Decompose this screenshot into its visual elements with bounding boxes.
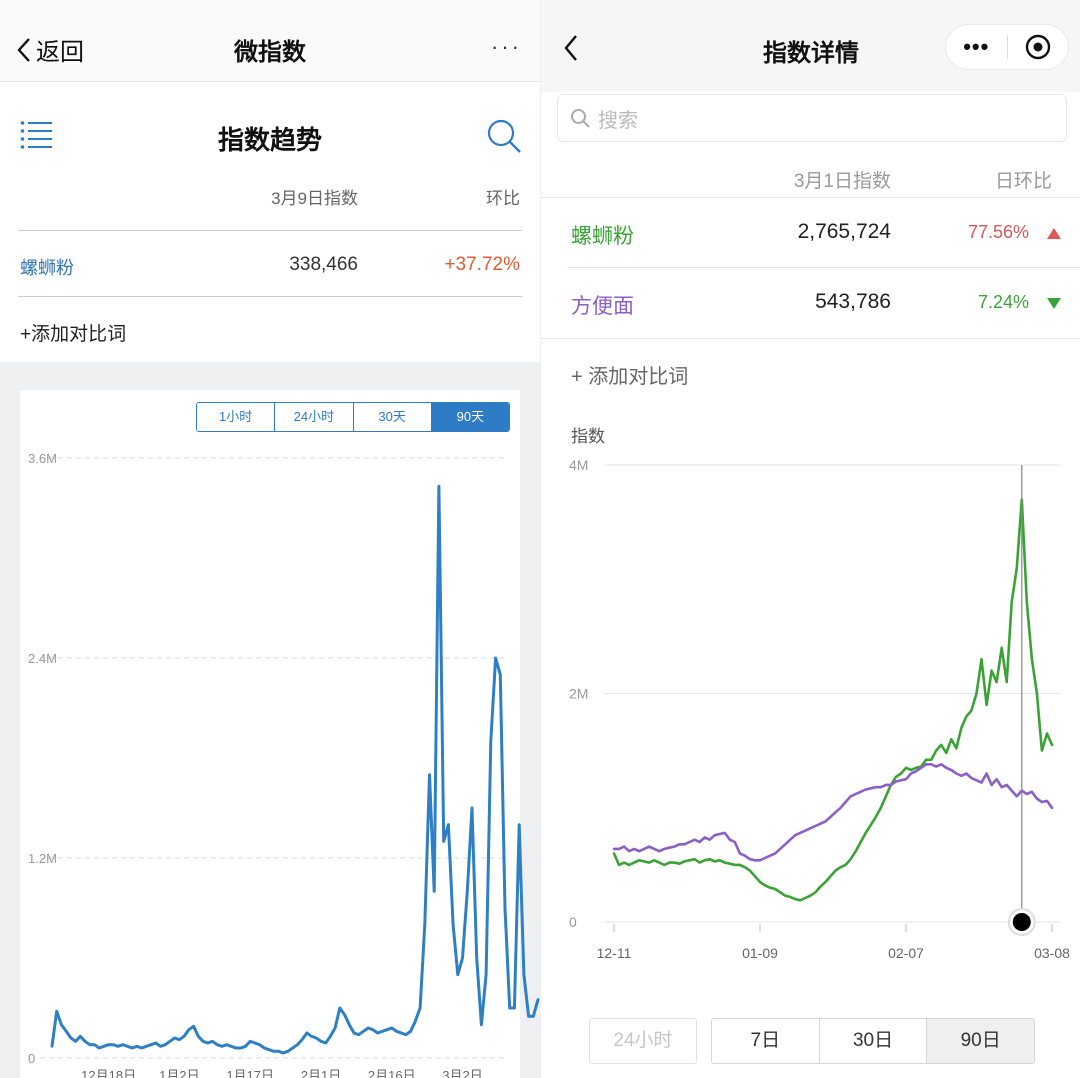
triangle-up-icon	[1047, 228, 1061, 239]
mini-program-capsule: •••	[945, 24, 1069, 70]
column-header-change: 日环比	[994, 171, 1052, 192]
divider	[18, 296, 522, 297]
add-compare-word-button[interactable]: +添加对比词	[20, 319, 126, 346]
x-tick-label: 1月17日	[226, 1068, 274, 1078]
range-90d-button[interactable]: 90日	[927, 1019, 1034, 1063]
more-options-button[interactable]: ···	[491, 34, 522, 60]
x-tick-label: 1月2日	[159, 1068, 199, 1078]
x-tick-label: 12-11	[597, 945, 632, 961]
column-header-date: 3月1日指数	[793, 171, 891, 192]
x-tick-label: 2月16日	[368, 1068, 416, 1078]
y-tick-label: 0	[569, 914, 577, 930]
left-screen: 返回 微指数 ··· 指数趋势 3月9日指数 环比 螺蛳粉 338,466 +3…	[0, 0, 540, 1078]
search-input[interactable]: 搜索	[557, 94, 1067, 142]
column-header-change: 环比	[486, 189, 520, 208]
tab-24h[interactable]: 24小时	[275, 403, 354, 431]
y-tick-label: 0	[28, 1051, 35, 1066]
table-row[interactable]: 螺蛳粉 2,765,724 77.56%	[541, 198, 1080, 268]
x-tick-label: 02-07	[888, 945, 924, 961]
series-line-1	[612, 762, 1054, 862]
keyword-name: 方便面	[571, 295, 634, 318]
range-7d-button[interactable]: 7日	[712, 1019, 820, 1063]
divider	[541, 338, 1080, 339]
range-30d-button[interactable]: 30日	[819, 1019, 928, 1063]
x-tick-label: 12月18日	[81, 1068, 136, 1078]
table-row[interactable]: 方便面 543,786 7.24%	[541, 268, 1080, 338]
add-compare-word-button[interactable]: + 添加对比词	[571, 360, 688, 389]
series-line-0	[50, 484, 540, 1055]
y-tick-label: 4M	[569, 457, 588, 473]
divider	[18, 230, 522, 231]
tab-30d[interactable]: 30天	[353, 403, 432, 431]
marker-dot	[1012, 913, 1031, 931]
right-screen: 指数详情 ••• 搜索 3月1日指数 日环比 螺蛳粉 2,765,724 77.…	[540, 0, 1080, 1078]
more-options-button[interactable]: •••	[946, 34, 1007, 60]
trend-line-chart: 0 1.2M 2.4M 3.6M 12月18日 1月2日 1月17日 2月1日 2月16日 3月2…	[28, 451, 540, 1078]
triangle-down-icon	[1047, 298, 1061, 309]
y-tick-label: 3.6M	[28, 451, 57, 466]
x-tick-label: 03-08	[1034, 945, 1070, 961]
x-tick-label: 3月2日	[442, 1068, 482, 1078]
keyword-index-value: 2,765,724	[797, 220, 891, 243]
x-tick-label: 2月1日	[301, 1068, 341, 1078]
search-placeholder: 搜索	[598, 109, 638, 132]
y-tick-label: 1.2M	[28, 851, 57, 866]
time-range-tabs: 1小时 24小时 30天 90天	[196, 402, 510, 432]
search-icon	[571, 109, 590, 128]
close-target-icon	[1025, 34, 1050, 60]
keyword-name: 螺蛳粉	[571, 225, 634, 248]
x-tick-label: 01-09	[742, 945, 778, 961]
keyword-name[interactable]: 螺蛳粉	[20, 254, 74, 280]
y-tick-label: 2M	[569, 686, 588, 702]
section-title: 指数趋势	[217, 125, 322, 155]
tab-90d[interactable]: 90天	[431, 403, 509, 431]
index-summary-section: 指数趋势 3月9日指数 环比 螺蛳粉 338,466 +37.72% +添加对比…	[0, 82, 540, 362]
keyword-change: 77.56%	[967, 222, 1029, 242]
search-icon[interactable]	[486, 118, 522, 159]
range-segmented-control: 7日 30日 90日	[711, 1018, 1035, 1064]
column-header-date: 3月9日指数	[271, 189, 358, 208]
keyword-index-value: 543,786	[815, 290, 891, 313]
navigation-bar: 返回 微指数 ···	[0, 0, 540, 82]
comparison-line-chart: 0 2M 4M 12-11 01-09 02-07 03-08	[569, 457, 1070, 961]
keyword-change: +37.72%	[444, 254, 520, 275]
y-tick-label: 2.4M	[28, 651, 57, 666]
series-line-0	[612, 497, 1054, 902]
navigation-bar: 指数详情 •••	[541, 0, 1080, 92]
tab-1h[interactable]: 1小时	[197, 403, 276, 431]
close-button[interactable]	[1008, 34, 1069, 60]
keyword-change: 7.24%	[977, 292, 1029, 312]
keyword-index-value: 338,466	[289, 254, 358, 275]
page-title: 微指数	[234, 39, 306, 66]
range-24h-button[interactable]: 24小时	[589, 1018, 697, 1064]
